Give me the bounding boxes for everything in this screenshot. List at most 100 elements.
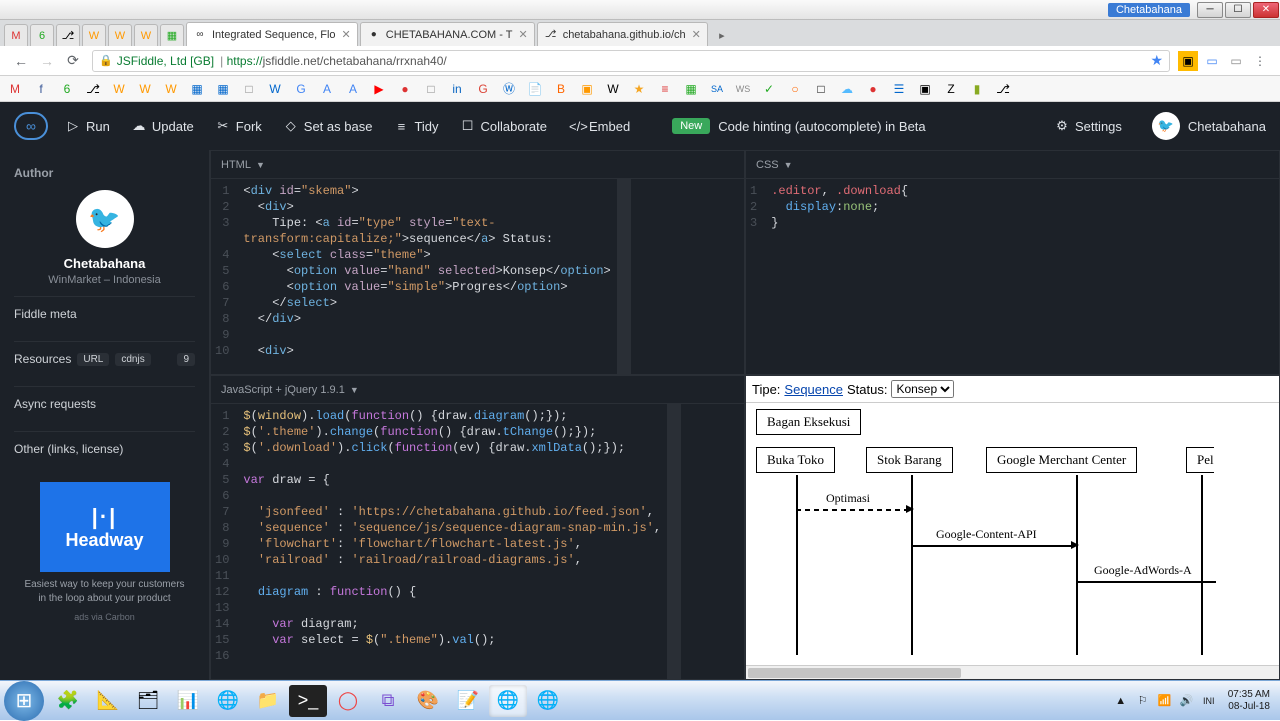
taskbar-icon[interactable]: 🗂 xyxy=(129,685,167,717)
tab-close-icon[interactable]: ✕ xyxy=(518,28,527,41)
taskbar-icon[interactable]: ⧉ xyxy=(369,685,407,717)
bookmark-icon[interactable]: W xyxy=(604,80,622,98)
bookmark-icon[interactable]: ⎇ xyxy=(84,80,102,98)
scrollbar[interactable] xyxy=(617,179,631,374)
taskbar-icon[interactable]: 📁 xyxy=(249,685,287,717)
tray-volume-icon[interactable]: 🔊 xyxy=(1178,692,1196,710)
pinned-tab[interactable]: W xyxy=(82,24,106,46)
sidebar-item-async[interactable]: Async requests xyxy=(14,386,195,421)
minimize-button[interactable]: ─ xyxy=(1197,2,1223,18)
pinned-tab[interactable]: ▦ xyxy=(160,24,184,46)
taskbar-icon[interactable]: 📐 xyxy=(89,685,127,717)
pinned-tab[interactable]: W xyxy=(108,24,132,46)
bookmark-icon[interactable]: ▦ xyxy=(214,80,232,98)
bookmark-icon[interactable]: W xyxy=(266,80,284,98)
new-tab-button[interactable]: ▸ xyxy=(710,24,734,46)
taskbar-icon[interactable]: 🧩 xyxy=(49,685,87,717)
extension-icon[interactable]: ▣ xyxy=(1178,51,1198,71)
taskbar-icon[interactable]: ◯ xyxy=(329,685,367,717)
bookmark-icon[interactable]: ▶ xyxy=(370,80,388,98)
bookmark-icon[interactable]: ▮ xyxy=(968,80,986,98)
bookmark-icon[interactable]: Ⓦ xyxy=(500,80,518,98)
taskbar-icon[interactable]: 📝 xyxy=(449,685,487,717)
maximize-button[interactable]: ☐ xyxy=(1225,2,1251,18)
bookmark-icon[interactable]: ☰ xyxy=(890,80,908,98)
extension-icon[interactable]: ▭ xyxy=(1202,51,1222,71)
start-button[interactable]: ⊞ xyxy=(4,681,44,721)
bookmark-icon[interactable]: ▦ xyxy=(682,80,700,98)
bookmark-icon[interactable]: 📄 xyxy=(526,80,544,98)
bookmark-icon[interactable]: ● xyxy=(864,80,882,98)
author-avatar[interactable]: 🐦 xyxy=(76,190,134,248)
tidy-button[interactable]: ≡Tidy xyxy=(394,119,438,134)
bookmark-star-icon[interactable]: ★ xyxy=(1150,52,1163,69)
run-button[interactable]: ▷Run xyxy=(66,118,110,134)
bookmark-icon[interactable]: ▣ xyxy=(578,80,596,98)
bookmark-icon[interactable]: A xyxy=(344,80,362,98)
author-name[interactable]: Chetabahana xyxy=(14,256,195,271)
ad-link[interactable]: ads via Carbon xyxy=(14,612,195,622)
bookmark-icon[interactable]: ▦ xyxy=(188,80,206,98)
js-editor[interactable]: 12345678910111213141516 $(window).load(f… xyxy=(211,404,744,679)
username-label[interactable]: Chetabahana xyxy=(1188,119,1266,134)
css-pane-header[interactable]: CSS▼ xyxy=(746,151,1279,179)
ad-banner[interactable]: |·|Headway xyxy=(40,482,170,572)
tray-network-icon[interactable]: 📶 xyxy=(1156,692,1174,710)
bookmark-icon[interactable]: ○ xyxy=(786,80,804,98)
bookmark-icon[interactable]: ★ xyxy=(630,80,648,98)
bookmark-icon[interactable]: f xyxy=(32,80,50,98)
back-icon[interactable]: ← xyxy=(11,51,31,71)
bookmark-icon[interactable]: WS xyxy=(734,80,752,98)
tab-chetabahana[interactable]: ●CHETABAHANA.COM - T✕ xyxy=(360,22,535,46)
bookmark-icon[interactable]: □ xyxy=(812,80,830,98)
reload-icon[interactable]: ⟳ xyxy=(63,51,83,71)
bookmark-icon[interactable]: W xyxy=(136,80,154,98)
tab-close-icon[interactable]: ✕ xyxy=(342,28,351,41)
pinned-tab[interactable]: M xyxy=(4,24,28,46)
pinned-tab[interactable]: 6 xyxy=(30,24,54,46)
taskbar-icon[interactable]: 📊 xyxy=(169,685,207,717)
pinned-tab[interactable]: W xyxy=(134,24,158,46)
bookmark-icon[interactable]: ☁ xyxy=(838,80,856,98)
setbase-button[interactable]: ◇Set as base xyxy=(284,118,373,134)
bookmark-icon[interactable]: ▣ xyxy=(916,80,934,98)
sidebar-item-resources[interactable]: Resources URL cdnjs 9 xyxy=(14,341,195,376)
bookmark-icon[interactable]: G xyxy=(292,80,310,98)
taskbar-chrome-active[interactable]: 🌐 xyxy=(489,685,527,717)
settings-button[interactable]: ⚙Settings xyxy=(1055,118,1122,134)
menu-icon[interactable]: ⋮ xyxy=(1250,51,1270,71)
bookmark-icon[interactable]: ⎇ xyxy=(994,80,1012,98)
js-pane-header[interactable]: JavaScript + jQuery 1.9.1▼ xyxy=(211,376,744,404)
taskbar-icon[interactable]: 🌐 xyxy=(529,685,567,717)
bookmark-icon[interactable]: G xyxy=(474,80,492,98)
url-input[interactable]: 🔒 JSFiddle, Ltd [GB] | https://jsfiddle.… xyxy=(92,50,1170,72)
update-button[interactable]: ☁Update xyxy=(132,118,194,134)
taskbar-icon[interactable]: 🎨 xyxy=(409,685,447,717)
avatar[interactable]: 🐦 xyxy=(1152,112,1180,140)
fork-button[interactable]: ✂Fork xyxy=(216,118,262,134)
tray-up-icon[interactable]: ▲ xyxy=(1112,692,1130,710)
bookmark-icon[interactable]: ● xyxy=(396,80,414,98)
sidebar-item-other[interactable]: Other (links, license) xyxy=(14,431,195,466)
bookmark-icon[interactable]: B xyxy=(552,80,570,98)
collaborate-button[interactable]: ☐Collaborate xyxy=(461,118,548,134)
extension-icon[interactable]: ▭ xyxy=(1226,51,1246,71)
taskbar-icon[interactable]: >_ xyxy=(289,685,327,717)
pinned-tab[interactable]: ⎇ xyxy=(56,24,80,46)
scrollbar[interactable] xyxy=(667,404,681,679)
jsfiddle-logo-icon[interactable]: ∞ xyxy=(14,112,48,140)
bookmark-icon[interactable]: ≡ xyxy=(656,80,674,98)
sidebar-item-meta[interactable]: Fiddle meta xyxy=(14,296,195,331)
bookmark-icon[interactable]: Z xyxy=(942,80,960,98)
bookmark-icon[interactable]: M xyxy=(6,80,24,98)
close-button[interactable]: ✕ xyxy=(1253,2,1279,18)
taskbar-icon[interactable]: 🌐 xyxy=(209,685,247,717)
bookmark-icon[interactable]: W xyxy=(162,80,180,98)
tab-jsfiddle[interactable]: ∞Integrated Sequence, Flo✕ xyxy=(186,22,358,46)
bookmark-icon[interactable]: A xyxy=(318,80,336,98)
bookmark-icon[interactable]: W xyxy=(110,80,128,98)
result-frame[interactable]: Tipe: Sequence Status: Konsep Bagan Ekse… xyxy=(746,376,1279,679)
status-select[interactable]: Konsep xyxy=(891,380,954,398)
tab-github[interactable]: ⎇chetabahana.github.io/ch✕ xyxy=(537,22,708,46)
bookmark-icon[interactable]: 6 xyxy=(58,80,76,98)
